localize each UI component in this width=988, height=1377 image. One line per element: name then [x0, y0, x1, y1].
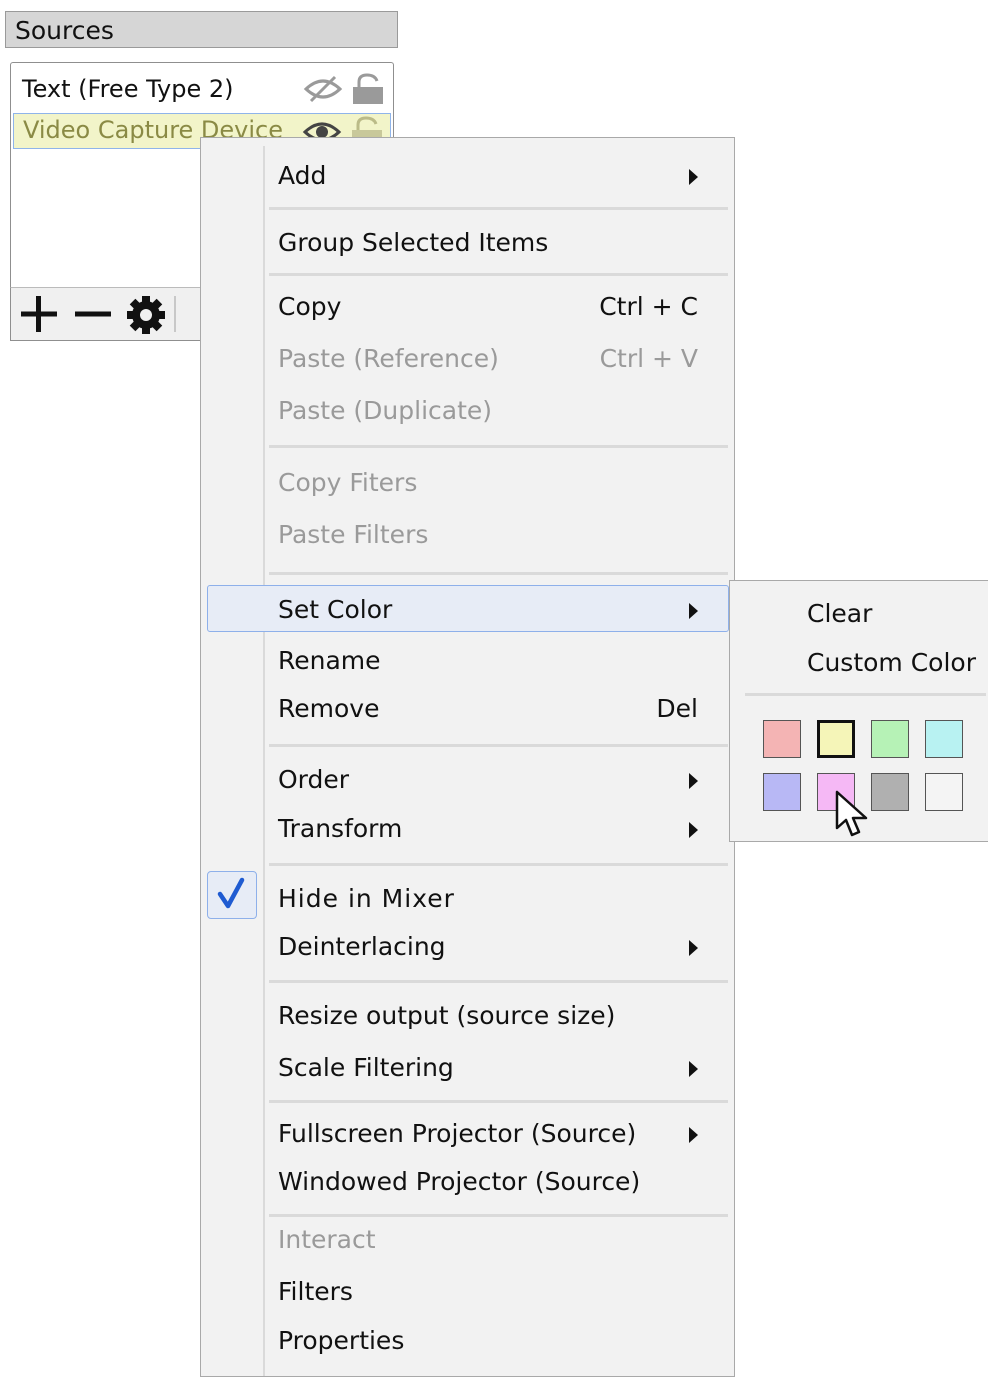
menu-item-order[interactable]: Order	[278, 760, 698, 800]
color-swatch[interactable]	[925, 720, 963, 758]
color-swatch[interactable]	[763, 720, 801, 758]
submenu-arrow-icon	[689, 603, 698, 619]
color-swatch[interactable]	[817, 720, 855, 758]
menu-item-label: Fullscreen Projector (Source)	[278, 1119, 637, 1148]
menu-item-paste-duplicate[interactable]: Paste (Duplicate)	[278, 391, 698, 431]
menu-item-label: Copy Fiters	[278, 468, 418, 497]
menu-item-copy[interactable]: Copy Ctrl + C	[278, 287, 698, 327]
submenu-arrow-icon	[689, 1061, 698, 1077]
submenu-arrow-icon	[689, 1127, 698, 1143]
remove-icon[interactable]	[73, 294, 113, 338]
submenu-arrow-icon	[689, 169, 698, 185]
menu-item-interact[interactable]: Interact	[278, 1220, 698, 1260]
color-swatch[interactable]	[925, 773, 963, 811]
menu-item-group[interactable]: Group Selected Items	[278, 223, 698, 263]
add-icon[interactable]	[19, 294, 59, 338]
menu-item-label: Copy	[278, 292, 342, 321]
menu-item-label: Add	[278, 161, 327, 190]
source-item-text[interactable]: Text (Free Type 2)	[13, 71, 391, 107]
menu-item-label: Paste (Duplicate)	[278, 396, 493, 425]
menu-item-label: Scale Filtering	[278, 1053, 454, 1082]
toolbar-divider	[174, 296, 176, 332]
separator	[269, 1100, 728, 1103]
menu-item-hide-in-mixer[interactable]: Hide in Mixer	[278, 879, 698, 919]
sources-dock-title: Sources	[5, 11, 398, 48]
source-label: Text (Free Type 2)	[22, 75, 234, 103]
menu-item-transform[interactable]: Transform	[278, 809, 698, 849]
menu-item-deinterlacing[interactable]: Deinterlacing	[278, 927, 698, 967]
menu-item-paste-reference[interactable]: Paste (Reference) Ctrl + V	[278, 339, 698, 379]
checkmark-icon	[217, 877, 245, 909]
menu-item-label: Set Color	[278, 595, 393, 624]
menu-item-label: Transform	[278, 814, 403, 843]
submenu-arrow-icon	[689, 822, 698, 838]
menu-item-label: Interact	[278, 1225, 376, 1254]
menu-item-label: Properties	[278, 1326, 405, 1355]
mouse-cursor-icon	[835, 790, 868, 837]
unlocked-icon[interactable]	[351, 73, 385, 115]
separator	[269, 863, 728, 866]
menu-item-add[interactable]: Add	[278, 156, 698, 196]
separator	[269, 273, 728, 276]
separator	[745, 693, 986, 696]
menu-item-label: Windowed Projector (Source)	[278, 1167, 641, 1196]
separator	[269, 744, 728, 747]
separator	[269, 572, 728, 575]
color-swatch[interactable]	[871, 773, 909, 811]
menu-item-label: Hide in Mixer	[278, 884, 455, 913]
menu-item-properties[interactable]: Properties	[278, 1321, 698, 1361]
submenu-item-custom-color[interactable]: Custom Color	[807, 643, 976, 683]
menu-item-remove[interactable]: Remove Del	[278, 689, 698, 729]
menu-item-filters[interactable]: Filters	[278, 1272, 698, 1312]
menu-item-rename[interactable]: Rename	[278, 641, 698, 681]
separator	[269, 1214, 728, 1217]
eye-hidden-icon[interactable]	[303, 75, 343, 113]
menu-gutter	[263, 146, 265, 1376]
menu-item-windowed-projector[interactable]: Windowed Projector (Source)	[278, 1162, 698, 1202]
menu-item-label: Resize output (source size)	[278, 1001, 616, 1030]
menu-item-fullscreen-projector[interactable]: Fullscreen Projector (Source)	[278, 1114, 698, 1154]
submenu-arrow-icon	[689, 773, 698, 789]
menu-item-set-color[interactable]: Set Color	[278, 590, 698, 630]
color-swatch[interactable]	[871, 720, 909, 758]
gear-icon[interactable]	[125, 294, 167, 340]
shortcut: Ctrl + C	[599, 292, 698, 321]
menu-item-label: Order	[278, 765, 350, 794]
submenu-item-clear[interactable]: Clear	[807, 594, 872, 634]
menu-item-label: Group Selected Items	[278, 228, 549, 257]
menu-item-paste-filters[interactable]: Paste Filters	[278, 515, 698, 555]
menu-item-label: Paste (Reference)	[278, 344, 499, 373]
separator	[269, 980, 728, 983]
menu-item-label: Deinterlacing	[278, 932, 446, 961]
menu-item-scale-filtering[interactable]: Scale Filtering	[278, 1048, 698, 1088]
submenu-arrow-icon	[689, 940, 698, 956]
shortcut: Del	[656, 694, 698, 723]
separator	[269, 445, 728, 448]
menu-item-label: Filters	[278, 1277, 353, 1306]
shortcut: Ctrl + V	[599, 344, 698, 373]
menu-item-resize-output[interactable]: Resize output (source size)	[278, 996, 698, 1036]
menu-item-label: Rename	[278, 646, 381, 675]
check-box[interactable]	[207, 871, 257, 919]
context-menu: Add Group Selected Items Copy Ctrl + C Pa…	[200, 137, 735, 1377]
menu-item-copy-filters[interactable]: Copy Fiters	[278, 463, 698, 503]
menu-item-label: Paste Filters	[278, 520, 429, 549]
separator	[269, 207, 728, 210]
menu-item-label: Remove	[278, 694, 380, 723]
color-swatch[interactable]	[763, 773, 801, 811]
